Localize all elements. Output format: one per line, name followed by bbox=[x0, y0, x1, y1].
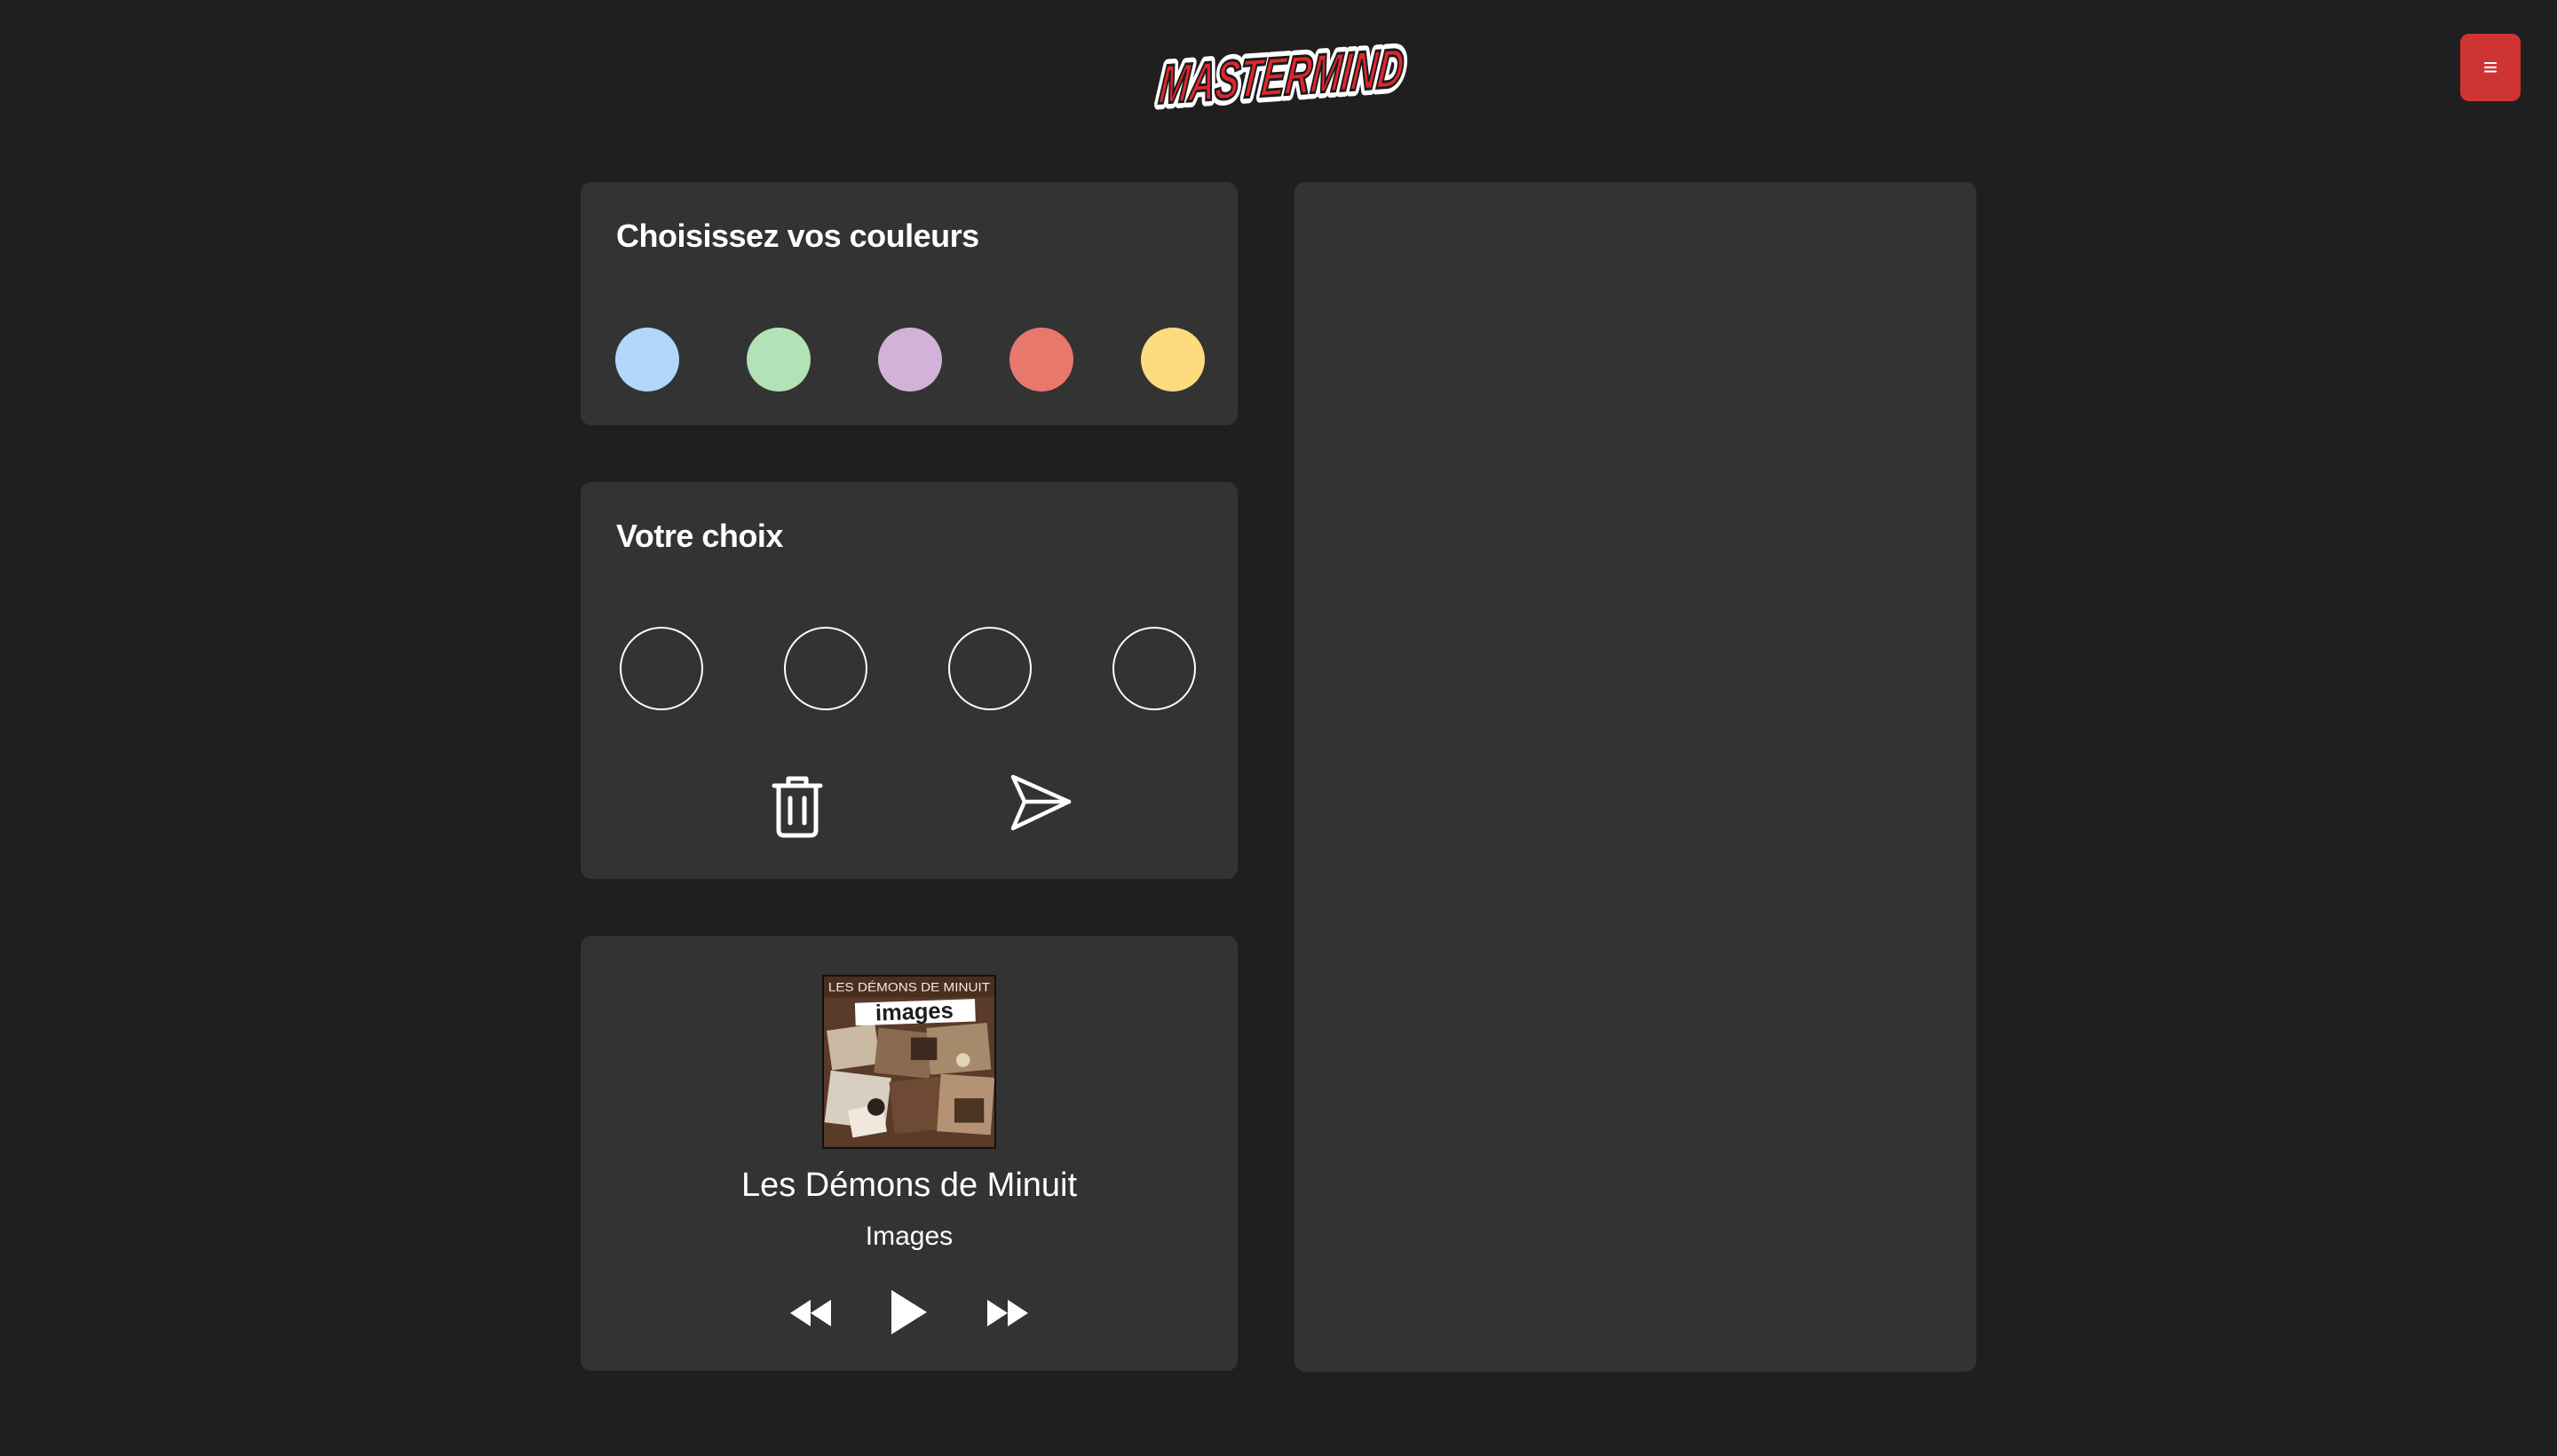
music-player-panel: LES DÉMONS DE MINUIT images Les Démons d… bbox=[581, 936, 1238, 1371]
menu-button[interactable]: ≡ bbox=[2460, 34, 2521, 101]
choice-slot-2[interactable] bbox=[784, 627, 867, 710]
track-album: Images bbox=[865, 1222, 954, 1251]
play-icon bbox=[891, 1290, 927, 1334]
color-swatches bbox=[615, 328, 1212, 392]
color-picker-title: Choisissez vos couleurs bbox=[616, 218, 979, 254]
clear-choice-button[interactable] bbox=[769, 775, 826, 839]
trash-icon bbox=[772, 776, 823, 838]
swatch-yellow[interactable] bbox=[1141, 328, 1205, 392]
rewind-button[interactable] bbox=[788, 1298, 833, 1328]
forward-icon bbox=[987, 1300, 1028, 1326]
track-title: Les Démons de Minuit bbox=[740, 1167, 1078, 1204]
choice-title: Votre choix bbox=[616, 518, 783, 554]
album-cover: LES DÉMONS DE MINUIT images bbox=[822, 975, 996, 1149]
submit-choice-button[interactable] bbox=[1009, 772, 1073, 835]
cover-artist-text: LES DÉMONS DE MINUIT bbox=[828, 980, 991, 994]
hamburger-icon: ≡ bbox=[2482, 53, 2498, 81]
attempts-board bbox=[1294, 182, 1976, 1372]
play-button[interactable] bbox=[890, 1288, 929, 1336]
swatch-blue[interactable] bbox=[615, 328, 679, 392]
swatch-green[interactable] bbox=[747, 328, 811, 392]
forward-button[interactable] bbox=[986, 1298, 1030, 1328]
mastermind-logo: MASTERMIND MASTERMIND bbox=[1147, 32, 1408, 110]
cover-album-text: images bbox=[875, 999, 954, 1026]
mastermind-app: MASTERMIND MASTERMIND ≡ Choisissez vos c… bbox=[0, 0, 2557, 1456]
swatch-red[interactable] bbox=[1009, 328, 1073, 392]
logo-text: MASTERMIND bbox=[1157, 37, 1407, 110]
player-controls bbox=[581, 1286, 1238, 1340]
choice-panel: Votre choix bbox=[581, 482, 1238, 879]
choice-slot-1[interactable] bbox=[620, 627, 703, 710]
rewind-icon bbox=[790, 1300, 831, 1326]
swatch-purple[interactable] bbox=[878, 328, 942, 392]
send-icon bbox=[1010, 774, 1072, 831]
color-picker-panel: Choisissez vos couleurs bbox=[581, 182, 1238, 425]
choice-slot-3[interactable] bbox=[948, 627, 1032, 710]
choice-slot-4[interactable] bbox=[1112, 627, 1196, 710]
choice-slots bbox=[620, 627, 1199, 712]
